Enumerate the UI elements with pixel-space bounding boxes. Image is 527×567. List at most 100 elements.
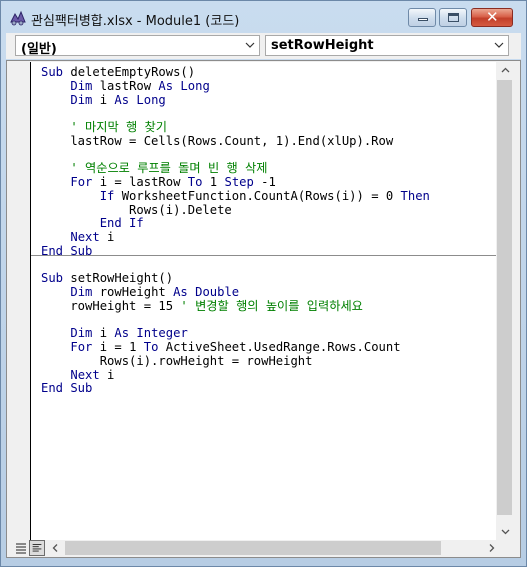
window-title: 관심팩터병합.xlsx - Module1 (코드) (31, 14, 240, 29)
code-text: i (99, 326, 115, 341)
size-grip (496, 541, 514, 557)
code-line[interactable]: Next i (41, 368, 114, 382)
code-text: i (99, 92, 115, 107)
procedure-separator (31, 255, 496, 256)
object-combo[interactable]: (일반) (15, 35, 260, 57)
maximize-button[interactable] (439, 8, 467, 27)
code-line[interactable]: If WorksheetFunction.CountA(Rows(i)) = 0… (41, 189, 430, 203)
code-editor[interactable]: Sub deleteEmptyRows() Dim lastRow As Lon… (31, 62, 496, 540)
code-line[interactable]: For i = 1 To ActiveSheet.UsedRange.Rows.… (41, 340, 401, 354)
code-line[interactable]: Sub deleteEmptyRows() (41, 65, 195, 79)
code-line[interactable]: Dim rowHeight As Double (41, 285, 239, 299)
code-text: -1 (261, 175, 276, 189)
code-comment: ' 마지막 행 찾기 (41, 120, 167, 134)
code-keyword: As Long (114, 92, 166, 107)
code-keyword: As Integer (114, 326, 188, 341)
vertical-scrollbar[interactable] (496, 62, 514, 540)
arrow-down-icon[interactable] (497, 523, 514, 540)
code-keyword: For (70, 175, 100, 189)
code-line[interactable]: Dim i As Long (41, 92, 166, 107)
bottom-bar (13, 540, 514, 557)
vbe-code-window: 관심팩터병합.xlsx - Module1 (코드) ✕ (일반) setRow… (0, 0, 527, 567)
code-comment: ' 변경할 행의 높이를 입력하세요 (180, 298, 363, 313)
code-text: i (107, 230, 115, 244)
code-line[interactable]: Sub setRowHeight() (41, 271, 173, 285)
code-keyword: Next (70, 230, 108, 244)
chevron-down-icon[interactable] (241, 36, 259, 55)
code-text: lastRow (99, 78, 159, 93)
close-button[interactable]: ✕ (471, 8, 513, 27)
code-keyword: To (143, 340, 166, 354)
code-text: Rows(i).rowHeight = rowHeight (41, 353, 313, 368)
minimize-button[interactable] (408, 8, 436, 27)
code-text: ActiveSheet.UsedRange.Rows.Count (165, 340, 401, 354)
code-line[interactable]: lastRow = Cells(Rows.Count, 1).End(xlUp)… (41, 134, 393, 148)
code-text: setRowHeight() (70, 271, 174, 286)
code-text: rowHeight = 15 (41, 298, 181, 313)
code-keyword: If (99, 188, 122, 203)
code-keyword: Next (70, 367, 108, 382)
arrow-left-icon[interactable] (47, 540, 64, 556)
vertical-scroll-thumb[interactable] (497, 80, 512, 515)
code-line[interactable]: Rows(i).rowHeight = rowHeight (41, 354, 313, 368)
minimize-icon (418, 18, 428, 21)
code-line[interactable]: Dim lastRow As Long (41, 78, 210, 93)
chevron-down-icon[interactable] (490, 36, 508, 55)
procedure-combo[interactable]: setRowHeight (265, 35, 509, 56)
code-keyword: Dim (70, 326, 100, 341)
code-line[interactable]: End Sub (41, 244, 92, 258)
code-keyword: Sub (41, 65, 71, 79)
full-module-view-icon[interactable] (29, 540, 45, 556)
code-keyword: As Double (173, 285, 240, 299)
close-icon: ✕ (486, 8, 499, 26)
vba-code-window-icon (10, 10, 26, 26)
code-text: 1 (209, 175, 225, 189)
code-keyword: As Long (158, 78, 210, 93)
code-line[interactable]: Next i (41, 230, 114, 244)
code-line[interactable]: End Sub (41, 381, 92, 395)
code-text: WorksheetFunction.CountA(Rows(i)) = 0 (121, 188, 401, 203)
code-keyword: For (70, 340, 100, 354)
code-text: i = lastRow (99, 175, 188, 189)
code-keyword: End Sub (41, 243, 93, 258)
code-line[interactable]: Dim i As Integer (41, 326, 188, 341)
code-keyword: Dim (70, 78, 100, 93)
code-line[interactable]: For i = lastRow To 1 Step -1 (41, 175, 276, 189)
code-keyword: To (187, 175, 210, 189)
code-text: i = 1 (99, 340, 144, 354)
code-comment: ' 역순으로 루프를 돌며 빈 행 삭제 (41, 161, 268, 176)
code-keyword: End If (99, 216, 144, 231)
code-text: deleteEmptyRows() (70, 65, 196, 79)
code-text: lastRow = Cells(Rows.Count, 1).End(xlUp)… (41, 133, 394, 148)
horizontal-scroll-thumb[interactable] (65, 541, 441, 555)
code-line[interactable]: rowHeight = 15 ' 변경할 행의 높이를 입력하세요 (41, 299, 363, 313)
code-line[interactable]: ' 역순으로 루프를 돌며 빈 행 삭제 (41, 161, 267, 175)
code-text: Rows(i).Delete (41, 202, 232, 217)
code-line[interactable]: ' 마지막 행 찾기 (41, 120, 167, 134)
code-text: rowHeight (99, 285, 174, 299)
procedure-view-icon[interactable] (13, 540, 29, 556)
code-line[interactable]: End If (41, 216, 144, 230)
code-keyword: Then (400, 188, 430, 203)
code-keyword: Dim (70, 92, 100, 107)
code-text: i (107, 367, 115, 382)
title-bar[interactable]: 관심팩터병합.xlsx - Module1 (코드) ✕ (1, 1, 526, 33)
code-keyword: Step (224, 175, 262, 189)
code-keyword: Sub (41, 271, 71, 286)
code-line[interactable]: Rows(i).Delete (41, 203, 232, 217)
margin-indicator-bar[interactable] (13, 62, 30, 540)
code-keyword: Dim (70, 285, 100, 299)
arrow-up-icon[interactable] (497, 62, 514, 79)
object-combo-value: (일반) (21, 42, 57, 57)
code-keyword: End Sub (41, 381, 93, 396)
